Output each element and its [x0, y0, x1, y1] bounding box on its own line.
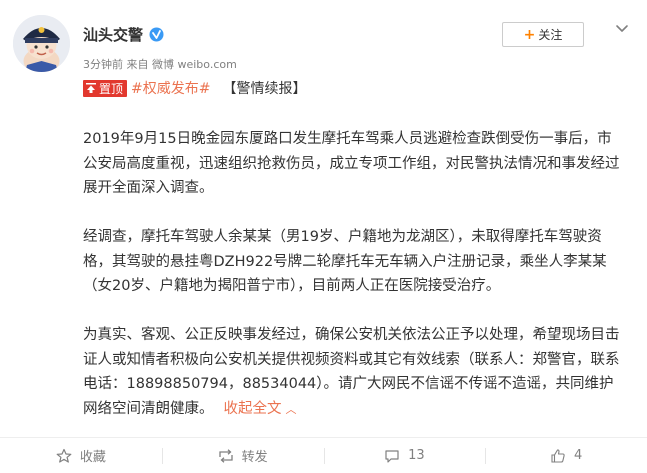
action-bar: 收藏 转发 13 4 — [0, 437, 647, 473]
post-tagline: 置顶 #权威发布# 【警情续报】 — [83, 78, 306, 98]
more-icon[interactable] — [614, 20, 630, 36]
repost-icon — [218, 448, 233, 463]
star-icon — [56, 448, 72, 463]
pin-label: 置顶 — [99, 81, 124, 96]
chevron-up-icon: ︿ — [285, 402, 297, 416]
plus-icon: + — [523, 26, 536, 43]
comment-count: 13 — [408, 448, 425, 463]
post-meta: 3分钟前 来自 微博 weibo.com — [83, 58, 237, 71]
pin-icon — [86, 83, 96, 93]
comment-icon — [385, 449, 399, 463]
author-name[interactable]: 汕头交警 — [83, 24, 143, 45]
post-body: 2019年9月15日晚金园东厦路口发生摩托车驾乘人员逃避检查跌倒受伤一事后，市公… — [83, 127, 623, 422]
collapse-label: 收起全文 — [223, 400, 282, 417]
follow-label: 关注 — [538, 28, 563, 42]
post-paragraph-1: 2019年9月15日晚金园东厦路口发生摩托车驾乘人员逃避检查跌倒受伤一事后，市公… — [83, 131, 620, 196]
pin-badge: 置顶 — [83, 79, 128, 97]
favorite-button[interactable]: 收藏 — [0, 438, 162, 473]
topic-link[interactable]: #权威发布# — [131, 78, 210, 98]
post-paragraph-2: 经调查，摩托车驾驶人余某某（男19岁、户籍地为龙湖区），未取得摩托车驾驶资格，其… — [83, 229, 607, 294]
verified-icon — [149, 27, 164, 42]
like-button[interactable]: 4 — [485, 438, 647, 473]
repost-button[interactable]: 转发 — [161, 438, 324, 473]
post-paragraph-3-text: 为真实、客观、公正反映事发经过，确保公安机关依法公正予以处理，希望现场目击证人或… — [83, 327, 620, 417]
author-row: 汕头交警 — [83, 24, 164, 45]
post-paragraph-3: 为真实、客观、公正反映事发经过，确保公安机关依法公正予以处理，希望现场目击证人或… — [83, 323, 623, 422]
comment-button[interactable]: 13 — [323, 438, 486, 473]
post-headline: 【警情续报】 — [222, 81, 307, 97]
favorite-label: 收藏 — [79, 450, 106, 465]
avatar[interactable] — [13, 15, 70, 72]
police-avatar-icon — [13, 15, 70, 72]
like-icon — [551, 448, 565, 463]
follow-button[interactable]: + 关注 — [502, 22, 584, 47]
collapse-link[interactable]: 收起全文 ︿ — [224, 401, 297, 417]
repost-label: 转发 — [241, 450, 268, 465]
like-count: 4 — [573, 448, 583, 463]
